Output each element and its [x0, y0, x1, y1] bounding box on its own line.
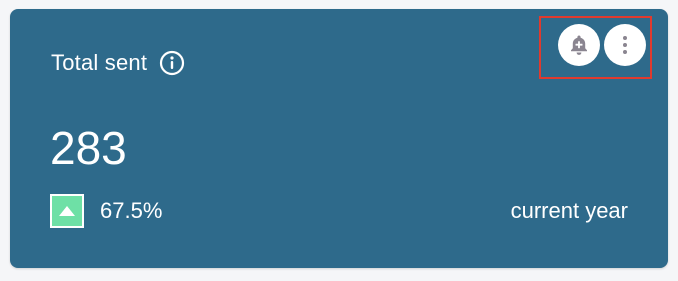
bell-plus-icon: [571, 35, 587, 55]
triangle-up-icon: [59, 206, 75, 216]
metric-card: Total sent 283 67.5% current year: [10, 9, 668, 268]
trend-percent: 67.5%: [100, 198, 163, 223]
card-header: Total sent: [51, 49, 185, 77]
period-label: current year: [510, 198, 628, 223]
add-alert-button[interactable]: [558, 24, 600, 66]
more-vertical-icon: [623, 36, 627, 54]
info-icon[interactable]: [159, 50, 185, 76]
trend-indicator: 67.5%: [50, 193, 162, 229]
metric-value: 283: [50, 122, 127, 174]
trend-badge: [50, 194, 84, 228]
card-title: Total sent: [51, 50, 148, 75]
more-options-button[interactable]: [604, 24, 646, 66]
